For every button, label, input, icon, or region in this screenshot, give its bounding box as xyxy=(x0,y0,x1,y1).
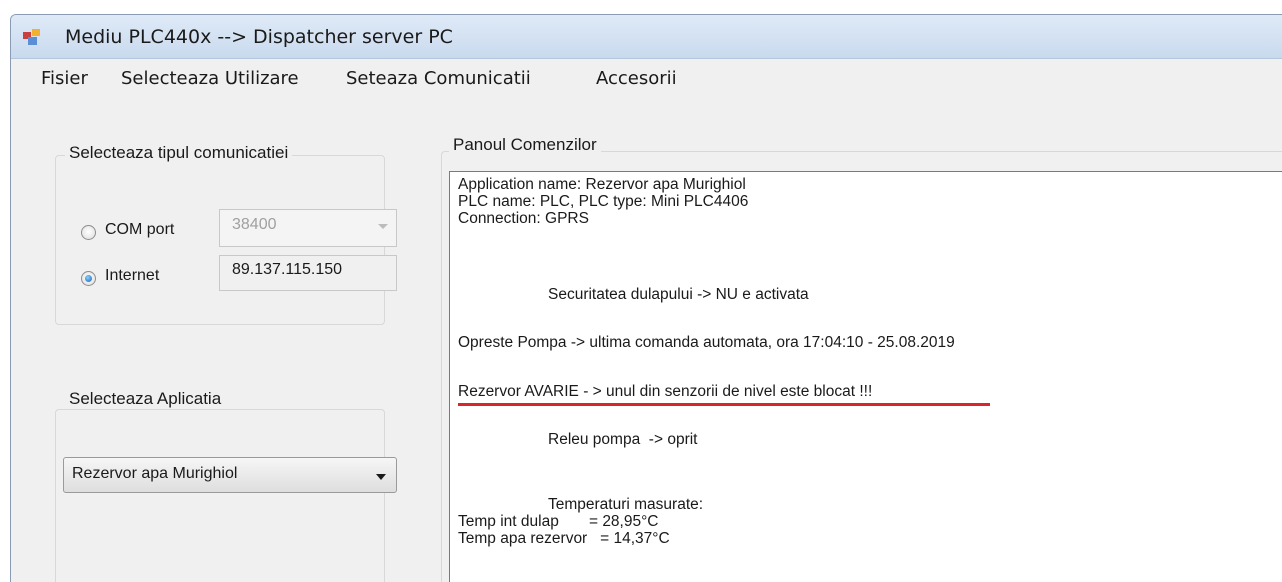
com-port-radio[interactable] xyxy=(81,225,96,240)
menu-bar: Fisier Selecteaza Utilizare Seteaza Comu… xyxy=(11,59,1282,99)
log-line-plc-name: PLC name: PLC, PLC type: Mini PLC4406 xyxy=(458,193,749,210)
log-line-temp-water: Temp apa rezervor = 14,37°C xyxy=(458,530,670,547)
menu-seteaza-comunicatii[interactable]: Seteaza Comunicatii xyxy=(346,68,531,89)
title-bar[interactable]: Mediu PLC440x --> Dispatcher server PC xyxy=(11,15,1282,59)
chevron-down-icon xyxy=(376,474,386,480)
app-select-group xyxy=(55,409,385,582)
log-line-pump-stop: Opreste Pompa -> ultima comanda automata… xyxy=(458,334,955,351)
command-panel-title: Panoul Comenzilor xyxy=(449,135,601,155)
window-title: Mediu PLC440x --> Dispatcher server PC xyxy=(65,26,453,48)
log-line-security: Securitatea dulapului -> NU e activata xyxy=(548,286,809,303)
application-select[interactable]: Rezervor apa Murighiol xyxy=(63,457,397,493)
log-line-alarm: Rezervor AVARIE - > unul din senzorii de… xyxy=(458,383,873,400)
log-line-pump-relay: Releu pompa -> oprit xyxy=(548,431,698,448)
baud-rate-value: 38400 xyxy=(232,216,277,233)
application-select-value: Rezervor apa Murighiol xyxy=(72,465,238,482)
alarm-underline xyxy=(458,403,990,406)
menu-accesorii[interactable]: Accesorii xyxy=(596,68,677,89)
log-line-temps-header: Temperaturi masurate: xyxy=(548,496,704,513)
internet-radio[interactable] xyxy=(81,271,96,286)
log-line-temp-cabinet: Temp int dulap = 28,95°C xyxy=(458,513,659,530)
menu-fisier[interactable]: Fisier xyxy=(41,68,88,89)
ip-address-field[interactable]: 89.137.115.150 xyxy=(219,255,397,291)
com-port-label: COM port xyxy=(105,221,175,238)
chevron-down-icon xyxy=(378,224,388,229)
log-line-application-name: Application name: Rezervor apa Murighiol xyxy=(458,176,746,193)
app-icon xyxy=(23,29,40,45)
log-line-connection: Connection: GPRS xyxy=(458,210,589,227)
baud-rate-select[interactable]: 38400 xyxy=(219,209,397,247)
menu-selecteaza-utilizare[interactable]: Selecteaza Utilizare xyxy=(121,68,299,89)
internet-label: Internet xyxy=(105,267,160,284)
command-log-textbox[interactable]: Application name: Rezervor apa Murighiol… xyxy=(449,171,1282,582)
ip-address-value: 89.137.115.150 xyxy=(232,261,343,278)
app-window: Mediu PLC440x --> Dispatcher server PC F… xyxy=(10,14,1282,582)
app-select-group-title: Selecteaza Aplicatia xyxy=(65,389,226,409)
comm-type-group-title: Selecteaza tipul comunicatiei xyxy=(65,143,293,163)
